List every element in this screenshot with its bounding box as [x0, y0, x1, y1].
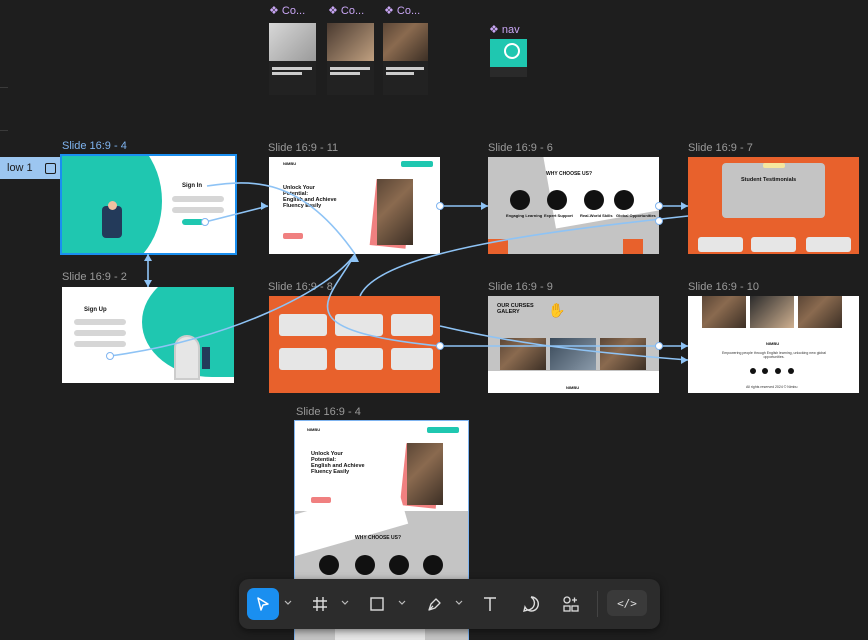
chevron-down-icon[interactable] [398, 598, 406, 606]
actions-icon [563, 596, 579, 612]
connection-handle[interactable] [655, 202, 663, 210]
prototype-connections [109, 182, 689, 364]
connection-handle[interactable] [436, 202, 444, 210]
connection-handle[interactable] [106, 352, 114, 360]
toolbar-divider [597, 591, 598, 617]
actions-tool-button[interactable] [555, 588, 587, 620]
text-tool-button[interactable] [474, 588, 506, 620]
comment-tool-button[interactable] [515, 588, 547, 620]
bottom-toolbar: </> [239, 579, 660, 629]
connection-handle[interactable] [655, 342, 663, 350]
frame-icon [313, 597, 327, 611]
dev-mode-button[interactable]: </> [607, 590, 647, 616]
comment-icon [523, 596, 539, 612]
shape-tool-button[interactable] [361, 588, 393, 620]
text-icon [484, 597, 496, 611]
chevron-down-icon[interactable] [455, 598, 463, 606]
move-tool-button[interactable] [247, 588, 279, 620]
cursor-icon [257, 597, 269, 611]
code-icon: </> [617, 596, 637, 610]
connection-handle[interactable] [201, 218, 209, 226]
connection-handle[interactable] [436, 342, 444, 350]
connection-handle[interactable] [655, 217, 663, 225]
pen-icon [428, 598, 441, 611]
chevron-down-icon[interactable] [284, 598, 292, 606]
chevron-down-icon[interactable] [341, 598, 349, 606]
rectangle-icon [370, 597, 384, 611]
pen-tool-button[interactable] [419, 588, 451, 620]
frame-tool-button[interactable] [304, 588, 336, 620]
